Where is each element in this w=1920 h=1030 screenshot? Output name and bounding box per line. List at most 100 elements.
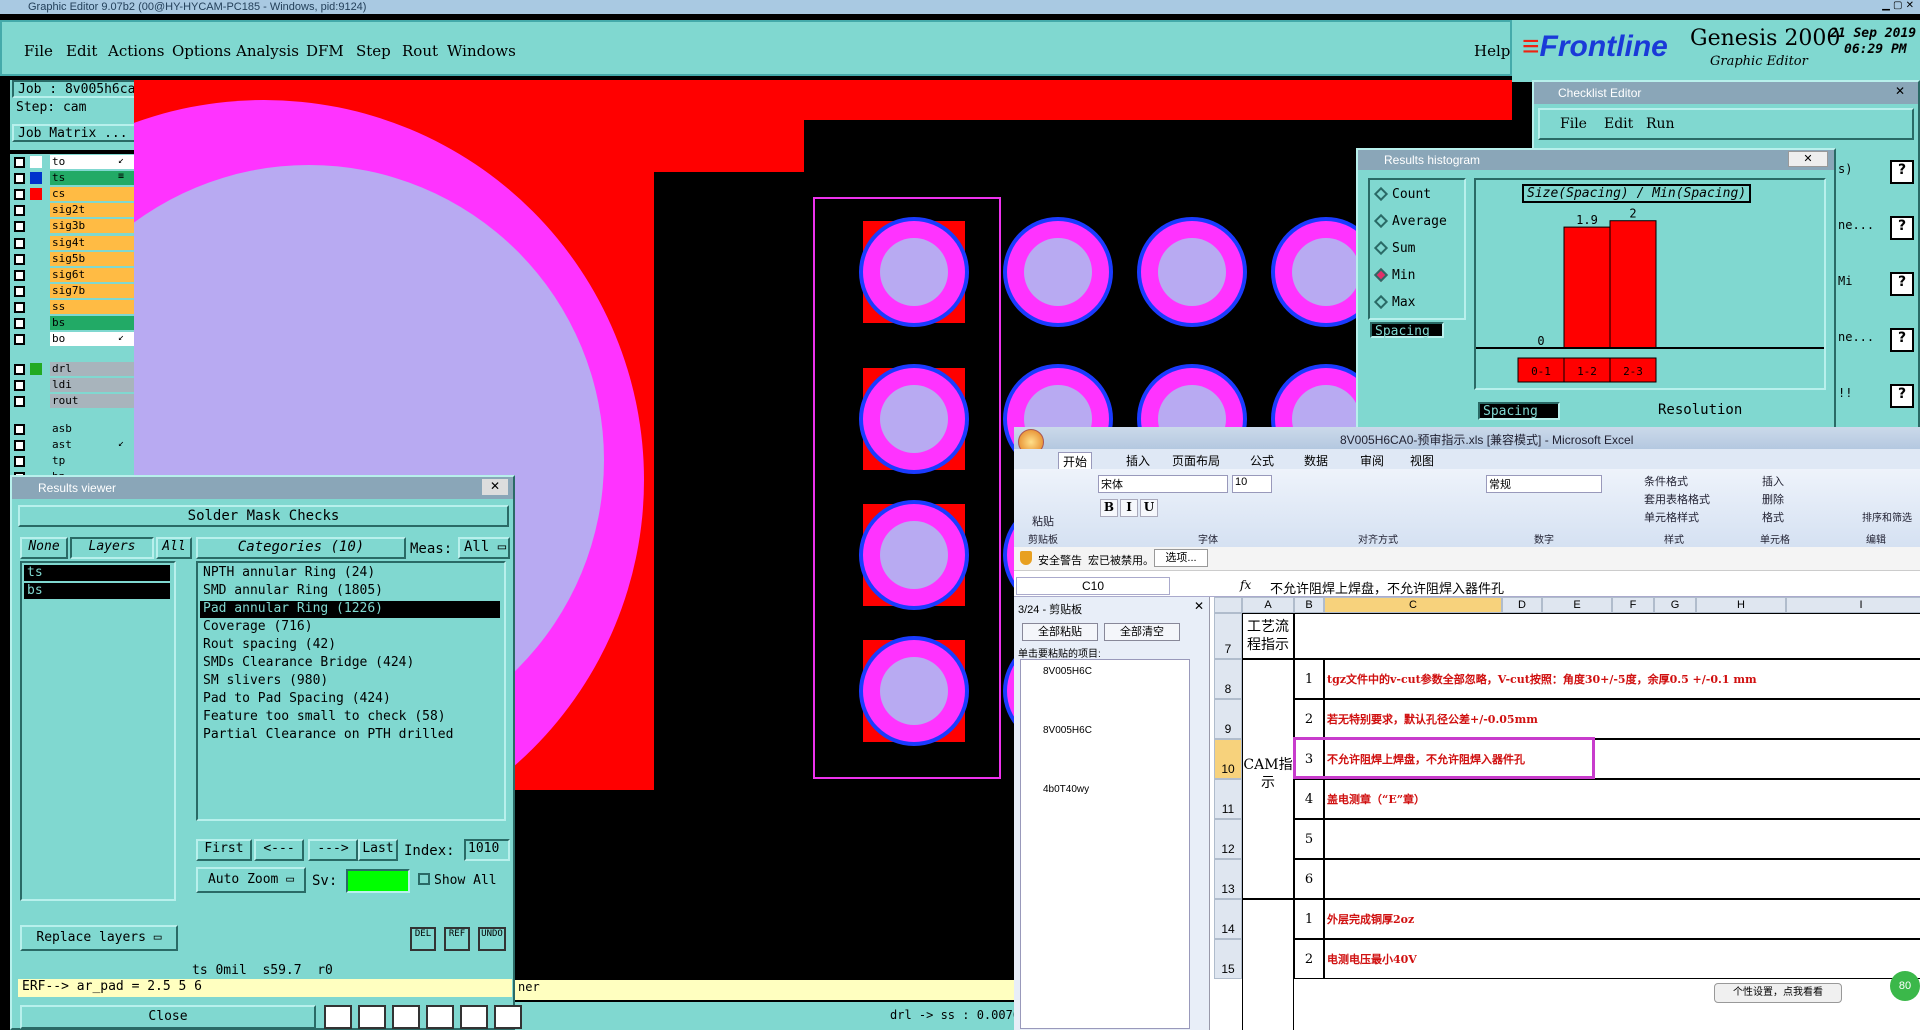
ce-close-icon[interactable]: ✕ bbox=[1888, 84, 1912, 100]
rv-index-input[interactable]: 1010 bbox=[464, 839, 510, 861]
category-item[interactable]: Partial Clearance on PTH drilled bbox=[200, 727, 500, 744]
column-header[interactable]: G bbox=[1654, 597, 1696, 613]
help-icon[interactable]: ? bbox=[1890, 328, 1914, 352]
layer-row[interactable]: tp bbox=[10, 453, 134, 469]
histogram-option[interactable]: Average bbox=[1373, 213, 1464, 231]
category-item[interactable]: Pad to Pad Spacing (424) bbox=[200, 691, 500, 708]
rv-show-all-checkbox[interactable] bbox=[418, 873, 430, 885]
row-header[interactable]: 7 bbox=[1214, 613, 1242, 659]
xl-badge[interactable]: 80 bbox=[1890, 971, 1920, 1001]
rv-auto-zoom-select[interactable]: Auto Zoom ▭ bbox=[196, 867, 306, 893]
rv-layer-item[interactable]: bs bbox=[24, 583, 170, 599]
menu-edit[interactable]: Edit bbox=[66, 42, 97, 60]
layer-checkbox[interactable] bbox=[14, 189, 25, 201]
xl-formula-input[interactable]: 不允许阻焊上焊盘，不允许阻焊入器件孔 bbox=[1270, 578, 1504, 597]
cell-c[interactable]: tgz文件中的v-cut参数全部忽略，V-cut按照：角度30+/-5度，余厚0… bbox=[1324, 659, 1920, 699]
row-header[interactable]: 8 bbox=[1214, 659, 1242, 699]
rv-sv-color[interactable] bbox=[346, 869, 410, 893]
rv-layer-item[interactable]: ts bbox=[24, 565, 170, 581]
cross-icon[interactable] bbox=[392, 1005, 420, 1029]
layer-name[interactable]: asb bbox=[50, 421, 134, 436]
rv-layers-button[interactable]: Layers bbox=[70, 537, 154, 559]
column-header[interactable]: I bbox=[1786, 597, 1920, 613]
histogram-option[interactable]: Sum bbox=[1373, 240, 1464, 258]
layer-name[interactable]: bs bbox=[50, 316, 134, 330]
layer-name[interactable]: sig2t bbox=[50, 203, 134, 218]
column-header[interactable]: A bbox=[1242, 597, 1294, 613]
underline-icon[interactable]: U bbox=[1140, 499, 1158, 517]
ribbon-tab[interactable]: 页面布局 bbox=[1168, 452, 1224, 469]
cell-c[interactable]: 外层完成铜厚2oz bbox=[1324, 899, 1920, 939]
menu-help[interactable]: Help bbox=[1474, 42, 1510, 60]
layers-icon[interactable] bbox=[324, 1005, 352, 1029]
layer-checkbox[interactable] bbox=[14, 205, 25, 217]
layer-name[interactable]: sig4t bbox=[50, 235, 134, 250]
cell-c[interactable] bbox=[1324, 859, 1920, 899]
rv-meas-select[interactable]: All ▭ bbox=[458, 537, 510, 559]
category-item[interactable]: Feature too small to check (58) bbox=[200, 709, 500, 726]
xl-namebox[interactable]: C10 bbox=[1016, 577, 1170, 595]
layer-row[interactable]: sig2t bbox=[10, 202, 134, 218]
layer-row[interactable]: sig7b bbox=[10, 283, 134, 299]
stop-icon[interactable] bbox=[358, 1005, 386, 1029]
row-header[interactable]: 15 bbox=[1214, 939, 1242, 979]
layer-checkbox[interactable] bbox=[14, 439, 25, 451]
window-controls[interactable]: ▁ ▢ ✕ bbox=[1840, 0, 1920, 12]
histogram-option[interactable]: Min bbox=[1373, 267, 1464, 285]
help-icon[interactable]: ? bbox=[1890, 160, 1914, 184]
help-icon[interactable]: ? bbox=[1890, 384, 1914, 408]
layer-name[interactable]: sig6t bbox=[50, 267, 134, 282]
row-header[interactable]: 12 bbox=[1214, 819, 1242, 859]
layer-name[interactable]: ss bbox=[50, 299, 134, 314]
layer-row[interactable]: sig6t bbox=[10, 267, 134, 283]
column-header[interactable]: B bbox=[1294, 597, 1324, 613]
clip-close-icon[interactable]: ✕ bbox=[1194, 599, 1204, 613]
layer-row[interactable]: ldi bbox=[10, 377, 134, 393]
category-item[interactable]: Coverage (716) bbox=[200, 619, 500, 636]
layer-row[interactable]: drl bbox=[10, 361, 134, 377]
category-item[interactable]: SM slivers (980) bbox=[200, 673, 500, 690]
column-header[interactable]: D bbox=[1502, 597, 1542, 613]
cell-c[interactable]: 电测电压最小40V bbox=[1324, 939, 1920, 979]
layer-checkbox[interactable] bbox=[14, 173, 25, 185]
layer-row[interactable]: cs bbox=[10, 186, 134, 202]
category-item[interactable]: SMDs Clearance Bridge (424) bbox=[200, 655, 500, 672]
layer-row[interactable]: rout bbox=[10, 393, 134, 409]
list-icon[interactable] bbox=[460, 1005, 488, 1029]
row-header[interactable]: 11 bbox=[1214, 779, 1242, 819]
xl-fx-icon[interactable]: fx bbox=[1240, 578, 1251, 592]
ce-menu-edit[interactable]: Edit bbox=[1604, 116, 1633, 132]
menu-actions[interactable]: Actions bbox=[108, 42, 164, 60]
ce-menu-run[interactable]: Run bbox=[1646, 116, 1675, 132]
clear-all-button[interactable]: 全部清空 bbox=[1104, 623, 1180, 641]
ribbon-tab[interactable]: 插入 bbox=[1122, 452, 1154, 469]
layer-checkbox[interactable] bbox=[14, 396, 25, 408]
ribbon-tab[interactable]: 开始 bbox=[1058, 452, 1093, 470]
menu-analysis[interactable]: Analysis bbox=[236, 42, 299, 60]
layer-checkbox[interactable] bbox=[14, 380, 25, 392]
layer-name[interactable]: sig7b bbox=[50, 283, 134, 298]
layer-row[interactable]: to ↙ bbox=[10, 154, 134, 170]
ribbon-tab[interactable]: 审阅 bbox=[1356, 452, 1388, 469]
clip-item[interactable]: 4b0T40wy bbox=[1043, 784, 1089, 795]
help-icon[interactable]: ? bbox=[1890, 216, 1914, 240]
histogram-option[interactable]: Count bbox=[1373, 186, 1464, 204]
column-header[interactable]: C bbox=[1324, 597, 1502, 613]
xl-options-button[interactable]: 选项... bbox=[1154, 549, 1208, 567]
cell-b[interactable]: 2 bbox=[1294, 699, 1324, 739]
column-header[interactable]: F bbox=[1612, 597, 1654, 613]
help-icon[interactable]: ? bbox=[1890, 272, 1914, 296]
rv-next-button[interactable]: ---> bbox=[308, 839, 358, 861]
layer-checkbox[interactable] bbox=[14, 301, 25, 313]
layer-row[interactable]: sig4t bbox=[10, 235, 134, 251]
paste-all-button[interactable]: 全部粘贴 bbox=[1022, 623, 1098, 641]
clip-item[interactable]: 8V005H6C bbox=[1043, 725, 1092, 736]
rv-layers-list[interactable]: ts bs bbox=[20, 561, 176, 901]
cell-b[interactable]: 1 bbox=[1294, 899, 1324, 939]
rv-none-button[interactable]: None bbox=[20, 537, 68, 559]
ribbon-tab[interactable]: 数据 bbox=[1300, 452, 1332, 469]
layer-checkbox[interactable] bbox=[14, 456, 25, 467]
layer-row[interactable]: asb bbox=[10, 421, 134, 437]
row-header[interactable]: 13 bbox=[1214, 859, 1242, 899]
layer-name[interactable]: rout bbox=[50, 394, 134, 409]
